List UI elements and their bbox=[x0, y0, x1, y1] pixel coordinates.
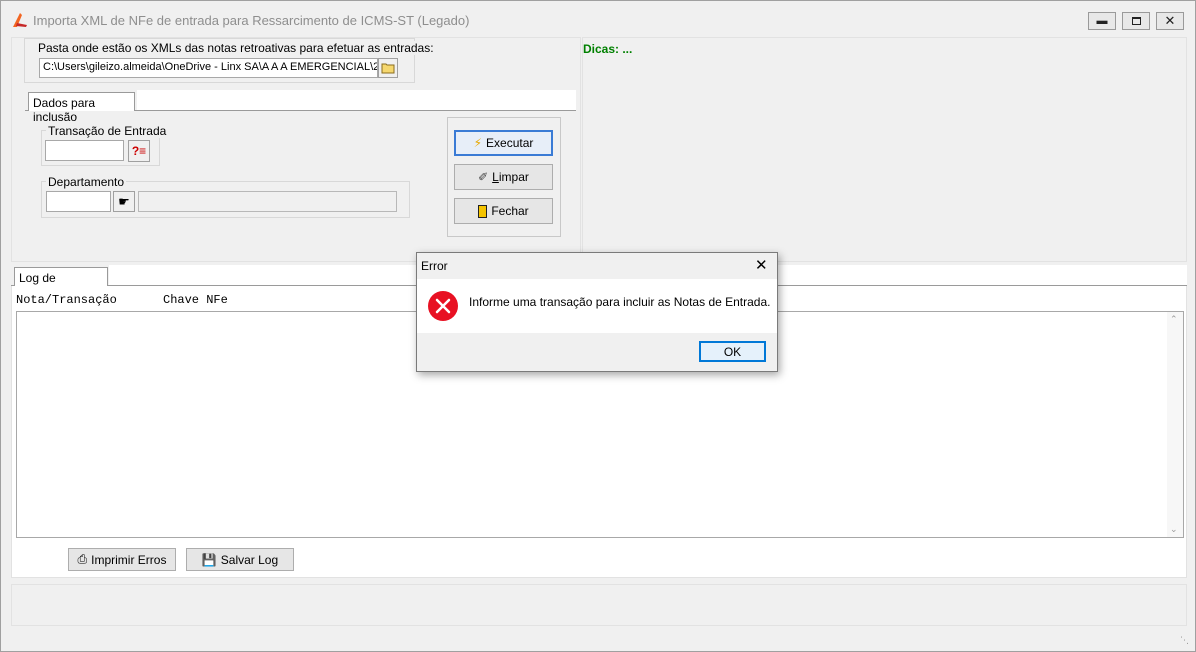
col-header-chave: Chave NFe bbox=[163, 293, 228, 307]
maximize-icon bbox=[1131, 17, 1141, 25]
transacao-lookup-button[interactable]: ?≡ bbox=[128, 140, 150, 162]
window-title: Importa XML de NFe de entrada para Ressa… bbox=[33, 13, 470, 28]
status-bar: ⋱ bbox=[1, 635, 1195, 651]
folder-path-input[interactable]: C:\Users\gileizo.almeida\OneDrive - Linx… bbox=[39, 58, 378, 78]
help-lookup-icon: ?≡ bbox=[131, 144, 147, 158]
folder-icon bbox=[381, 63, 395, 74]
save-disk-icon: 💾 bbox=[201, 552, 217, 567]
eraser-brush-icon: ✐ bbox=[478, 170, 489, 184]
fechar-label: Fechar bbox=[491, 204, 529, 218]
status-panel bbox=[11, 584, 1187, 626]
hints-panel bbox=[582, 37, 1187, 262]
imprimir-erros-label: Imprimir Erros bbox=[91, 552, 167, 567]
error-dialog: Error ✕ Informe uma transação para inclu… bbox=[416, 252, 778, 372]
salvar-log-button[interactable]: 💾 Salvar Log bbox=[186, 548, 294, 571]
tab-strip-background bbox=[137, 90, 576, 110]
departamento-lookup-button[interactable]: ☛ bbox=[113, 191, 135, 212]
executar-button[interactable]: ⚡ Executar bbox=[454, 130, 553, 156]
lightning-icon: ⚡ bbox=[473, 136, 483, 150]
minimize-button[interactable]: ▬ bbox=[1088, 12, 1116, 30]
tab-dados-inclusao[interactable]: Dados para inclusão bbox=[28, 92, 135, 124]
dialog-message: Informe uma transação para incluir as No… bbox=[469, 295, 771, 309]
scroll-down-icon[interactable]: ⌄ bbox=[1170, 524, 1178, 535]
ok-button[interactable]: OK bbox=[699, 341, 766, 362]
pointing-hand-icon: ☛ bbox=[118, 193, 130, 209]
dialog-title: Error bbox=[421, 259, 448, 273]
limpar-button[interactable]: ✐ Limpar bbox=[454, 164, 553, 190]
transacao-input[interactable] bbox=[45, 140, 124, 161]
departamento-code-input[interactable] bbox=[46, 191, 111, 212]
limpar-label: Limpar bbox=[492, 170, 529, 184]
departamento-label: Departamento bbox=[46, 175, 127, 189]
dialog-close-icon[interactable]: ✕ bbox=[755, 256, 768, 274]
executar-label: Executar bbox=[486, 136, 534, 150]
imprimir-erros-button[interactable]: ⎙ Imprimir Erros bbox=[68, 548, 176, 571]
error-icon bbox=[428, 291, 458, 321]
resize-grip-icon[interactable]: ⋱ bbox=[1180, 635, 1189, 646]
scroll-up-icon[interactable]: ⌃ bbox=[1170, 314, 1178, 325]
close-window-button[interactable]: ✕ bbox=[1156, 12, 1184, 30]
col-header-nota: Nota/Transação bbox=[16, 293, 117, 307]
title-bar: Importa XML de NFe de entrada para Ressa… bbox=[1, 1, 1195, 39]
tab-log-execucao[interactable]: Log de Execução bbox=[14, 267, 108, 299]
folder-label: Pasta onde estão os XMLs das notas retro… bbox=[36, 41, 436, 55]
transacao-label: Transação de Entrada bbox=[46, 124, 169, 138]
exit-door-icon bbox=[478, 204, 488, 218]
browse-folder-button[interactable] bbox=[378, 58, 398, 78]
close-icon: ✕ bbox=[1164, 13, 1176, 28]
fechar-button[interactable]: Fechar bbox=[454, 198, 553, 224]
dialog-body: Informe uma transação para incluir as No… bbox=[417, 279, 777, 333]
salvar-log-label: Salvar Log bbox=[220, 552, 279, 567]
maximize-button[interactable] bbox=[1122, 12, 1150, 30]
minimize-icon: ▬ bbox=[1096, 15, 1108, 27]
hints-label: Dicas: ... bbox=[583, 42, 633, 56]
log-scrollbar[interactable]: ⌃ ⌄ bbox=[1167, 312, 1183, 537]
departamento-description-field bbox=[138, 191, 397, 212]
app-logo-icon bbox=[13, 13, 27, 27]
printer-icon: ⎙ bbox=[77, 552, 88, 566]
